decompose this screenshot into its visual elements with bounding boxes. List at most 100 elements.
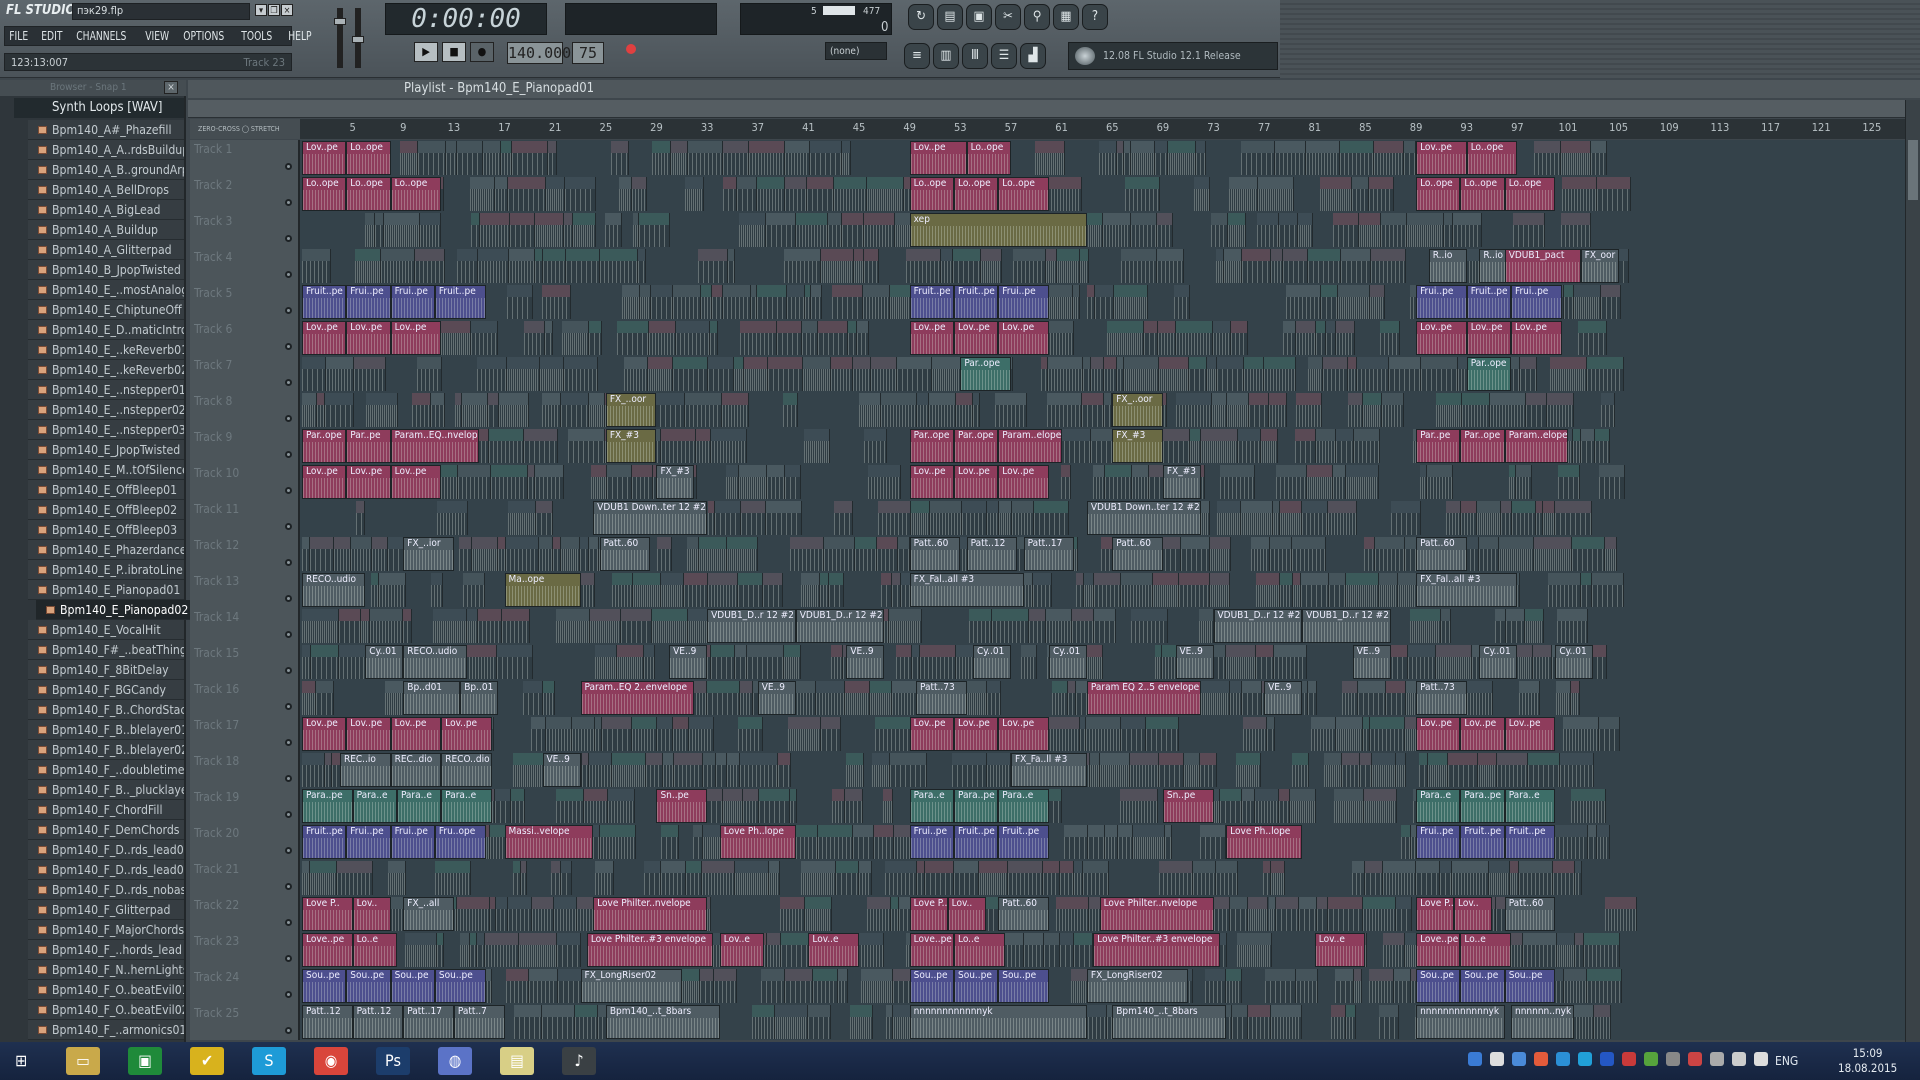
pattern-clip[interactable] — [1571, 537, 1606, 571]
track-lane[interactable]: Lov..pe Lo..ope Lov..pe Lo..ope Lov..pe Lo..o… — [300, 140, 1905, 176]
pattern-clip[interactable] — [878, 501, 911, 535]
pattern-clip[interactable] — [1243, 717, 1267, 751]
audio-clip[interactable]: VDUB1_pact — [1504, 249, 1581, 283]
pattern-clip[interactable] — [1557, 609, 1589, 643]
pattern-clip[interactable] — [1205, 969, 1226, 1003]
pattern-clip[interactable] — [1331, 1005, 1347, 1039]
pattern-clip[interactable] — [1445, 501, 1462, 535]
pattern-clip[interactable] — [1130, 141, 1155, 175]
audio-clip[interactable]: Love Philter..#3 envelope — [1093, 933, 1220, 967]
pattern-clip[interactable] — [758, 789, 790, 823]
pattern-clip[interactable] — [436, 321, 471, 355]
pattern-clip[interactable] — [1463, 681, 1494, 715]
browser-item[interactable]: Bpm140_E_Pianopad01 — [28, 580, 184, 600]
pattern-clip[interactable] — [930, 501, 962, 535]
pattern-clip[interactable] — [800, 573, 821, 607]
pattern-clip[interactable] — [847, 321, 858, 355]
pattern-clip[interactable] — [1346, 465, 1380, 499]
pattern-clip[interactable] — [1381, 393, 1404, 427]
pattern-clip[interactable] — [541, 1005, 576, 1039]
tray-icon[interactable] — [1644, 1052, 1658, 1066]
pattern-clip[interactable] — [631, 177, 647, 211]
pattern-clip[interactable] — [611, 141, 630, 175]
audio-clip[interactable]: REC..dio — [390, 753, 442, 787]
pattern-clip[interactable] — [1099, 753, 1131, 787]
pattern-clip[interactable] — [1275, 465, 1308, 499]
pattern-clip[interactable] — [1385, 681, 1407, 715]
pattern-clip[interactable] — [1236, 933, 1273, 967]
pattern-clip[interactable] — [1453, 213, 1483, 247]
pattern-clip[interactable] — [1362, 717, 1371, 751]
pattern-clip[interactable] — [860, 969, 893, 1003]
audio-clip[interactable]: Par..pe — [346, 429, 391, 463]
pattern-clip[interactable] — [1282, 321, 1297, 355]
pattern-clip[interactable] — [969, 609, 993, 643]
audio-clip[interactable]: Par..ope — [1466, 357, 1512, 391]
pattern-clip[interactable] — [1346, 1005, 1357, 1039]
pattern-clip[interactable] — [480, 213, 510, 247]
pattern-clip[interactable] — [864, 213, 895, 247]
pattern-clip[interactable] — [579, 537, 590, 571]
track-lane[interactable]: Para..pe Para..e Para..e Para..e Sn..pe Para.… — [300, 788, 1905, 824]
pattern-clip[interactable] — [905, 249, 942, 283]
audio-clip[interactable]: Par..ope — [1460, 429, 1505, 463]
pattern-clip[interactable] — [1549, 357, 1587, 391]
pattern-clip[interactable] — [1570, 681, 1581, 715]
audio-clip[interactable]: RECO..udio — [403, 645, 467, 679]
track-header[interactable]: Track 7 — [190, 356, 300, 392]
pattern-clip[interactable] — [351, 537, 373, 571]
pattern-clip[interactable] — [646, 753, 664, 787]
pattern-clip[interactable] — [1357, 357, 1389, 391]
pattern-clip[interactable] — [994, 393, 1027, 427]
track-lane[interactable]: VDUB1 Down..ter 12 #2 VDUB1 Down..ter 12 … — [300, 500, 1905, 536]
pattern-clip[interactable] — [1131, 609, 1169, 643]
pattern-clip[interactable] — [542, 393, 561, 427]
audio-clip[interactable]: Love Philter..nvelope — [593, 897, 708, 931]
pattern-clip[interactable] — [1249, 393, 1269, 427]
pattern-clip[interactable] — [1327, 897, 1364, 931]
pattern-clip[interactable] — [1534, 537, 1572, 571]
pattern-clip[interactable] — [1378, 573, 1398, 607]
pattern-clip[interactable] — [1248, 1005, 1272, 1039]
pattern-clip[interactable] — [834, 177, 868, 211]
pattern-clip[interactable] — [1400, 825, 1411, 859]
audio-clip[interactable]: Para..pe — [1460, 789, 1505, 823]
pattern-clip[interactable] — [1217, 501, 1242, 535]
pattern-clip[interactable] — [863, 429, 888, 463]
pattern-clip[interactable] — [687, 537, 699, 571]
browser-item[interactable]: Bpm140_F_B..blelayer02 — [28, 740, 184, 760]
pattern-clip[interactable] — [1427, 465, 1453, 499]
pattern-clip[interactable] — [524, 321, 546, 355]
audio-clip[interactable]: Frui..pe — [390, 285, 435, 319]
pattern-clip[interactable] — [1167, 141, 1197, 175]
pattern-clip[interactable] — [1365, 861, 1384, 895]
pattern-clip[interactable] — [1121, 249, 1157, 283]
pattern-clip[interactable] — [556, 933, 582, 967]
tray-icon[interactable] — [1578, 1052, 1592, 1066]
pattern-clip[interactable] — [1516, 465, 1533, 499]
pattern-clip[interactable] — [1181, 537, 1211, 571]
pattern-clip[interactable] — [1116, 357, 1124, 391]
mixer-icon[interactable]: ▟ — [1020, 43, 1046, 69]
track-mute-icon[interactable] — [285, 631, 292, 638]
audio-clip[interactable]: Bp..d01 — [403, 681, 461, 715]
audio-clip[interactable]: FX_oor — [1580, 249, 1619, 283]
browser-item[interactable]: Bpm140_F_D..rds_lead01 — [28, 840, 184, 860]
pattern-clip[interactable] — [1276, 897, 1299, 931]
pattern-clip[interactable] — [1104, 393, 1113, 427]
audio-clip[interactable]: Par..ope — [953, 429, 999, 463]
pattern-clip[interactable] — [783, 249, 822, 283]
pattern-clip[interactable] — [1294, 429, 1316, 463]
tray-icon[interactable] — [1710, 1052, 1724, 1066]
pattern-clip[interactable] — [1240, 141, 1275, 175]
pattern-clip[interactable] — [1257, 177, 1294, 211]
pattern-clip[interactable] — [302, 249, 331, 283]
pattern-clip[interactable] — [1332, 465, 1347, 499]
pattern-clip[interactable] — [1292, 573, 1301, 607]
audio-clip[interactable]: FX_..ior — [403, 537, 454, 571]
pattern-clip[interactable] — [868, 465, 902, 499]
pattern-clip[interactable] — [844, 681, 871, 715]
pattern-clip[interactable] — [509, 213, 536, 247]
pattern-clip[interactable] — [852, 357, 871, 391]
pattern-clip[interactable] — [1327, 501, 1358, 535]
